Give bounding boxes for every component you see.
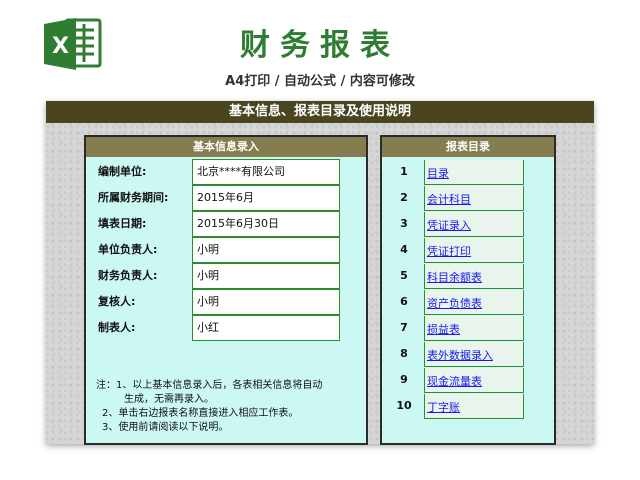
info-row-unit-head: 单位负责人: 小明 [86,237,366,263]
directory-item: 2 会计科目 [382,185,554,211]
info-row-period: 所属财务期间: 2015年6月 [86,185,366,211]
info-row-finance-head: 财务负责人: 小明 [86,263,366,289]
directory-number: 2 [400,191,408,204]
info-row-company: 编制单位: 北京****有限公司 [86,159,366,185]
info-row-preparer: 制表人: 小红 [86,315,366,341]
directory-link[interactable]: 丁字账 [425,401,460,414]
directory-item: 6 资产负债表 [382,289,554,315]
report-directory-header: 报表目录 [382,137,554,157]
directory-number: 7 [400,321,408,334]
note-line: 注：1、以上基本信息录入后，各表相关信息将自动 [96,380,323,391]
basic-info-panel: 基本信息录入 编制单位: 北京****有限公司 所属财务期间: 2015年6月 … [84,135,368,445]
info-value-cell[interactable]: 2015年6月 [192,185,340,211]
directory-item: 4 凭证打印 [382,237,554,263]
directory-link[interactable]: 凭证打印 [425,245,471,258]
note-line: 2、单击右边报表名称直接进入相应工作表。 [102,408,299,419]
directory-item: 3 凭证录入 [382,211,554,237]
directory-link[interactable]: 损益表 [425,323,460,336]
directory-item: 8 表外数据录入 [382,341,554,367]
info-row-reviewer: 复核人: 小明 [86,289,366,315]
info-value-cell[interactable]: 北京****有限公司 [192,159,340,185]
note-line: 3、使用前请阅读以下说明。 [102,422,229,433]
info-label: 单位负责人: [98,243,158,256]
info-label: 所属财务期间: [98,191,169,204]
directory-cell: 凭证录入 [424,212,524,237]
directory-link[interactable]: 资产负债表 [425,297,482,310]
directory-number: 1 [400,165,408,178]
directory-cell: 表外数据录入 [424,342,524,367]
directory-number: 10 [396,399,412,412]
directory-cell: 资产负债表 [424,290,524,315]
info-value-cell[interactable]: 小红 [192,315,340,341]
info-label: 复核人: [98,295,136,308]
directory-cell: 会计科目 [424,186,524,211]
directory-link[interactable]: 会计科目 [425,193,471,206]
directory-link[interactable]: 目录 [425,167,449,180]
directory-link[interactable]: 现金流量表 [425,375,482,388]
info-label: 填表日期: [98,217,147,230]
info-label: 制表人: [98,321,136,334]
sheet-title-bar: 基本信息、报表目录及使用说明 [46,101,594,123]
directory-item: 1 目录 [382,159,554,185]
directory-item: 7 损益表 [382,315,554,341]
directory-number: 4 [400,243,408,256]
info-value-cell[interactable]: 小明 [192,263,340,289]
info-value-cell[interactable]: 2015年6月30日 [192,211,340,237]
directory-link[interactable]: 凭证录入 [425,219,471,232]
basic-info-header: 基本信息录入 [86,137,366,157]
usage-notes: 注：1、以上基本信息录入后，各表相关信息将自动 生成，无需再录入。 2、单击右边… [96,379,358,435]
spreadsheet-area: 基本信息、报表目录及使用说明 基本信息录入 编制单位: 北京****有限公司 所… [46,101,594,445]
info-value-cell[interactable]: 小明 [192,237,340,263]
info-row-date: 填表日期: 2015年6月30日 [86,211,366,237]
report-directory-panel: 报表目录 1 目录 2 会计科目 3 凭证录入 4 凭证打印 5 科目余额表 6… [380,135,556,445]
page-title: 财务报表 [240,28,400,63]
directory-number: 9 [400,373,408,386]
directory-link[interactable]: 表外数据录入 [425,349,493,362]
info-value-cell[interactable]: 小明 [192,289,340,315]
directory-number: 6 [400,295,408,308]
directory-item: 5 科目余额表 [382,263,554,289]
directory-cell: 目录 [424,160,524,185]
note-line: 生成，无需再录入。 [124,394,214,405]
info-label: 编制单位: [98,165,147,178]
directory-item: 9 现金流量表 [382,367,554,393]
directory-cell: 丁字账 [424,394,524,419]
directory-number: 5 [400,269,408,282]
info-label: 财务负责人: [98,269,158,282]
directory-number: 8 [400,347,408,360]
directory-item: 10 丁字账 [382,393,554,419]
directory-cell: 损益表 [424,316,524,341]
page-subtitle: A4打印 / 自动公式 / 内容可修改 [225,74,415,89]
directory-cell: 凭证打印 [424,238,524,263]
directory-link[interactable]: 科目余额表 [425,271,482,284]
directory-cell: 现金流量表 [424,368,524,393]
directory-cell: 科目余额表 [424,264,524,289]
directory-number: 3 [400,217,408,230]
